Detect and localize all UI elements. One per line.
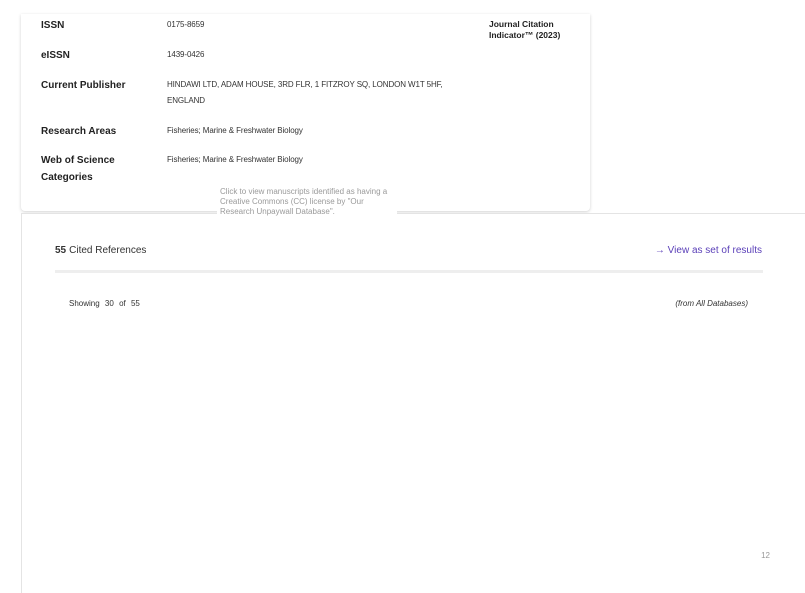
issn-value: 0175-8659	[167, 20, 205, 29]
cited-references-count: 55	[55, 245, 67, 256]
wos-categories-value: Fisheries; Marine & Freshwater Biology	[167, 155, 303, 164]
source-databases-note: (from All Databases)	[675, 299, 748, 308]
creative-commons-tooltip: Click to view manuscripts identified as …	[217, 186, 397, 218]
publisher-value: HINDAWI LTD, ADAM HOUSE, 3RD FLR, 1 FITZ…	[167, 80, 443, 105]
showing-count: Showing 30 of 55	[69, 299, 143, 308]
journal-citation-indicator-label[interactable]: Journal Citation Indicator™ (2023)	[489, 19, 579, 41]
research-areas-value: Fisheries; Marine & Freshwater Biology	[167, 126, 303, 135]
eissn-label: eISSN	[41, 50, 70, 61]
section-divider	[55, 270, 763, 273]
showing-total: 55	[130, 299, 140, 308]
cited-references-header: 55 Cited References	[55, 245, 146, 256]
cited-references-title: Cited References	[69, 245, 147, 256]
issn-label: ISSN	[41, 20, 65, 31]
cited-references-panel: 55 Cited References → View as set of resu…	[21, 213, 805, 593]
wos-categories-label: Web of Science Categories	[41, 155, 115, 183]
research-areas-label: Research Areas	[41, 126, 117, 137]
publisher-label: Current Publisher	[41, 80, 126, 91]
showing-of: of	[119, 299, 126, 308]
view-as-set-of-results-link[interactable]: → View as set of results	[655, 245, 762, 256]
journal-info-card: ISSN 0175-8659 eISSN 1439-0426 Current P…	[21, 14, 590, 211]
eissn-value: 1439-0426	[167, 50, 205, 59]
showing-word: Showing	[69, 299, 100, 308]
page-number: 12	[761, 551, 770, 560]
showing-current: 30	[104, 299, 114, 308]
